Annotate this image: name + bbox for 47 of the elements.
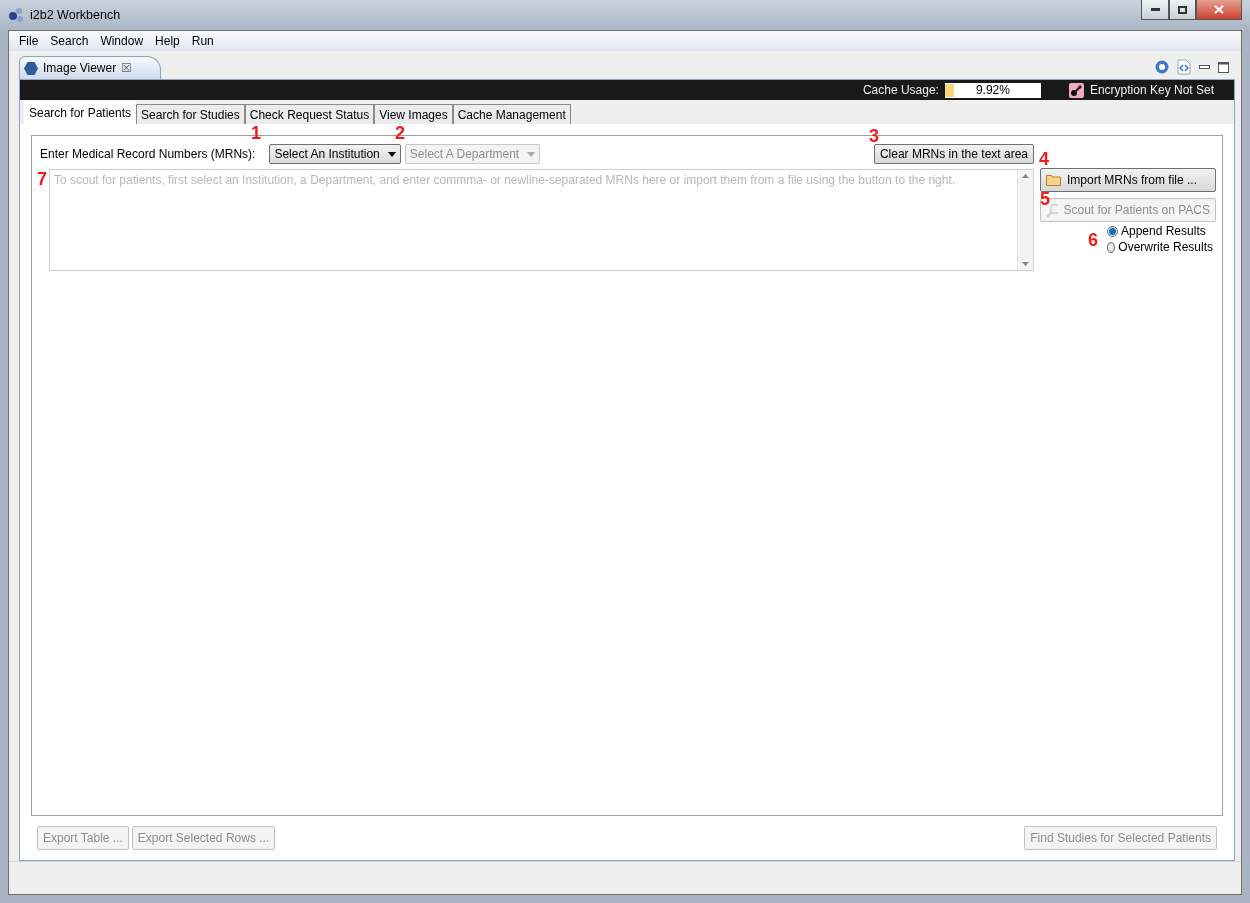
radio-option[interactable]: Overwrite Results xyxy=(1107,240,1213,254)
tab[interactable]: Search for Patients xyxy=(24,101,137,124)
hexagon-icon xyxy=(24,61,38,75)
folder-icon xyxy=(1046,174,1062,186)
mrn-label: Enter Medical Record Numbers (MRNs): xyxy=(40,147,256,161)
cache-usage-reading: 9.92% xyxy=(975,83,1010,97)
menu-item[interactable]: Help xyxy=(149,34,186,48)
view-tab[interactable]: Image Viewer ☒ xyxy=(19,56,162,79)
minimize-icon xyxy=(1150,8,1160,11)
view-tab-label: Image Viewer xyxy=(43,61,117,75)
tab-close-button[interactable]: ☒ xyxy=(121,61,133,75)
help-icon[interactable] xyxy=(1155,60,1169,74)
annotation-number: 3 xyxy=(869,127,879,145)
cache-usage-label: Cache Usage: xyxy=(862,83,939,97)
institution-dropdown[interactable]: Select An Institution xyxy=(269,144,401,164)
scroll-up-icon xyxy=(1022,174,1029,178)
annotation-number: 6 xyxy=(1088,231,1098,249)
close-icon xyxy=(1214,5,1224,14)
annotation-number: 2 xyxy=(395,124,405,142)
maximize-view-icon[interactable] xyxy=(1218,61,1229,73)
tab[interactable]: Cache Management xyxy=(452,104,571,124)
import-button[interactable]: Import MRNs from file ... xyxy=(1040,168,1216,192)
minimize-button[interactable] xyxy=(1141,0,1169,20)
scrollbar[interactable] xyxy=(1017,170,1033,270)
caret-icon xyxy=(387,151,396,157)
scroll-down-icon xyxy=(1022,262,1029,266)
tab[interactable]: View Images xyxy=(374,104,453,124)
menu-item[interactable]: Window xyxy=(94,34,150,48)
caret-icon xyxy=(527,151,536,157)
document-icon[interactable] xyxy=(1177,59,1191,75)
maximize-button[interactable] xyxy=(1169,0,1196,20)
annotation-number: 1 xyxy=(251,124,261,142)
annotation-number: 4 xyxy=(1039,150,1049,168)
window-title: i2b2 Workbench xyxy=(30,8,121,22)
radio-option[interactable]: Append Results xyxy=(1107,224,1213,238)
encryption-status: Encryption Key Not Set xyxy=(1089,83,1214,97)
menu-item[interactable]: Run xyxy=(185,34,220,48)
clear-button[interactable]: Clear MRNs in the text area xyxy=(873,144,1034,164)
annotation-number: 7 xyxy=(37,170,47,188)
close-button[interactable] xyxy=(1196,0,1242,20)
tab[interactable]: Check Request Status xyxy=(244,104,375,124)
tab[interactable]: Search for Studies xyxy=(136,104,245,124)
maximize-icon xyxy=(1178,5,1187,14)
menu-item[interactable]: File xyxy=(13,34,45,48)
minimize-view-icon[interactable] xyxy=(1199,65,1210,69)
app-logo-icon xyxy=(8,7,24,23)
menu-item[interactable]: Search xyxy=(44,34,95,48)
